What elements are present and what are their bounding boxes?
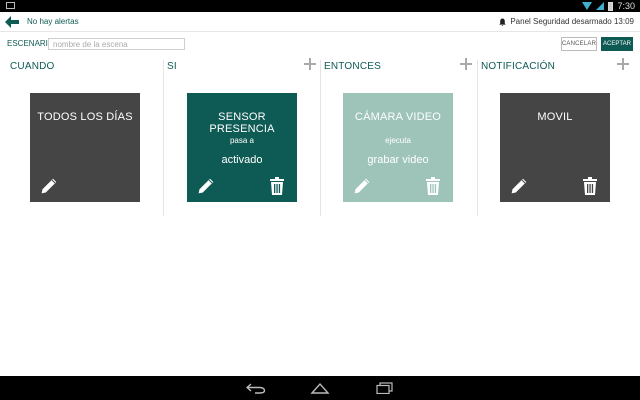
trash-icon[interactable] (582, 177, 598, 195)
edit-icon[interactable] (510, 177, 528, 195)
card-title: SENSOR PRESENCIA (209, 111, 275, 135)
battery-icon (608, 1, 614, 11)
back-icon[interactable] (4, 15, 20, 29)
scene-name-input[interactable] (48, 38, 185, 50)
edit-icon[interactable] (353, 177, 371, 195)
panel-status-text: Panel Seguridad desarmado 13:09 (510, 17, 634, 26)
column-divider (163, 60, 164, 216)
card-value: grabar video (367, 154, 429, 166)
clock: 7:30 (617, 1, 635, 11)
card-then[interactable]: CÁMARA VIDEO ejecuta grabar video (343, 93, 453, 202)
card-subtitle: ejecuta (385, 136, 411, 145)
status-icons: 7:30 (582, 1, 635, 11)
card-when[interactable]: TODOS LOS DÍAS (30, 93, 140, 202)
card-subtitle: pasa a (229, 136, 255, 145)
column-title-notificacion: NOTIFICACIÓN (481, 61, 556, 72)
add-notification-icon[interactable] (617, 58, 629, 70)
edit-icon[interactable] (197, 177, 215, 195)
column-title-entonces: ENTONCES (324, 61, 381, 72)
column-title-cuando: CUANDO (10, 61, 55, 72)
alerts-status[interactable]: No hay alertas (27, 17, 79, 26)
column-divider (320, 60, 321, 216)
add-condition-icon[interactable] (304, 58, 316, 70)
screenshot-notification-icon (6, 2, 15, 9)
card-title: TODOS LOS DÍAS (37, 111, 133, 123)
card-title: CÁMARA VIDEO (354, 111, 442, 123)
card-value: activado (221, 154, 263, 166)
navigation-bar (0, 376, 640, 400)
status-bar: 7:30 (0, 0, 640, 12)
trash-icon[interactable] (425, 177, 441, 195)
bell-icon (499, 18, 507, 26)
card-title: MOVIL (537, 111, 573, 123)
cancel-button[interactable]: CANCELAR (561, 37, 597, 51)
nav-back-icon[interactable] (246, 382, 266, 394)
card-notification[interactable]: MOVIL (500, 93, 610, 202)
signal-icon (596, 2, 605, 10)
add-action-icon[interactable] (460, 58, 472, 70)
panel-status: Panel Seguridad desarmado 13:09 (499, 17, 634, 26)
column-divider (477, 60, 478, 216)
card-if[interactable]: SENSOR PRESENCIA pasa a activado (187, 93, 297, 202)
wifi-icon (582, 2, 593, 10)
nav-recents-icon[interactable] (375, 382, 395, 394)
nav-home-icon[interactable] (310, 382, 330, 394)
trash-icon[interactable] (269, 177, 285, 195)
accept-button[interactable]: ACEPTAR (601, 37, 633, 51)
column-title-si: SI (167, 61, 177, 72)
app-header: No hay alertas Panel Seguridad desarmado… (0, 12, 640, 32)
edit-icon[interactable] (40, 177, 58, 195)
